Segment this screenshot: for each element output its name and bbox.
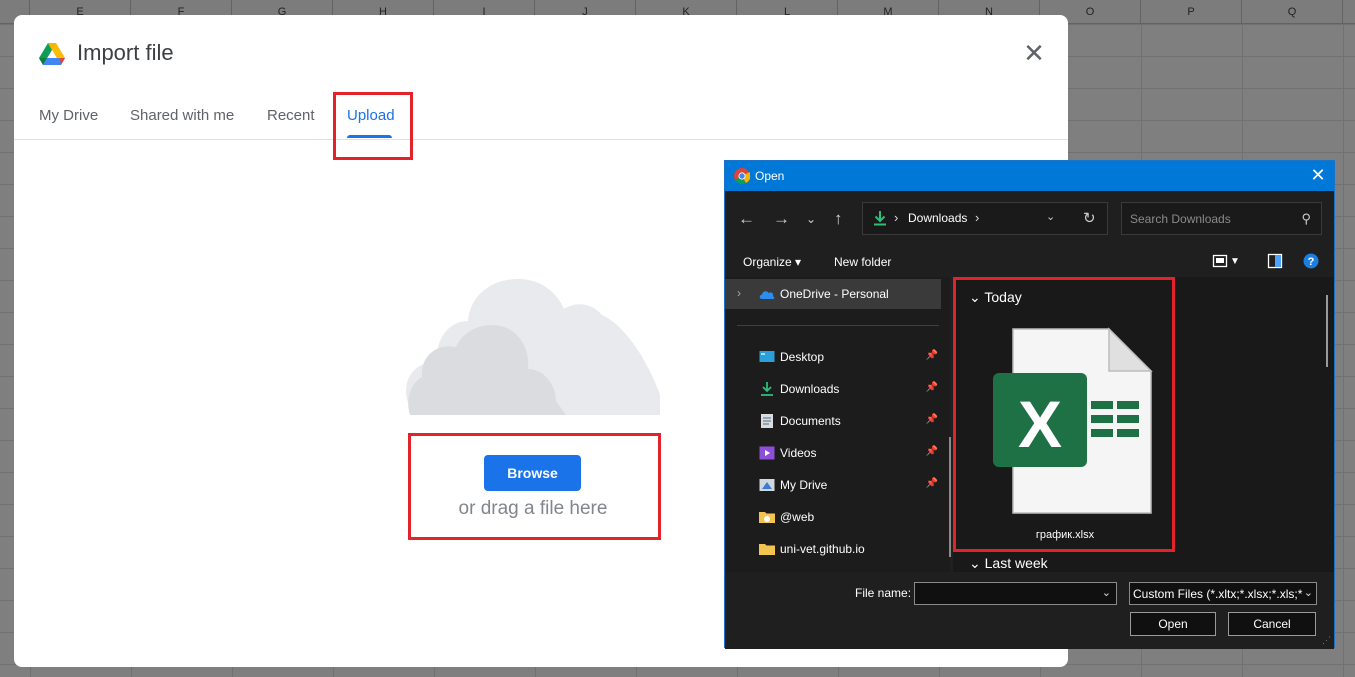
nav-label: Videos (780, 446, 817, 460)
downloads-icon (761, 382, 773, 396)
open-file-dialog: Open ✕ ← → ⌄ ↑ › Downloads › ⌄ ↻ Search … (724, 160, 1335, 649)
expand-chevron-icon[interactable]: › (737, 286, 741, 300)
address-bar[interactable]: › Downloads › ⌄ ↻ (862, 202, 1108, 235)
search-placeholder: Search Downloads (1130, 212, 1231, 226)
window-titlebar: Open ✕ (725, 161, 1334, 191)
help-icon[interactable]: ? (1303, 253, 1319, 269)
nav-item-documents[interactable]: Documents 📌 (725, 406, 941, 436)
nav-separator (737, 325, 939, 326)
dialog-title: Import file (77, 40, 174, 65)
new-folder-button[interactable]: New folder (834, 255, 891, 269)
close-icon[interactable]: ✕ (1022, 40, 1046, 66)
view-options-dropdown-icon[interactable]: ▼ (1230, 256, 1240, 267)
file-name-input[interactable]: ⌄ (914, 582, 1117, 605)
command-bar: Organize ▾ New folder ▼ ? (725, 247, 1334, 277)
navigation-pane: › OneDrive - Personal Desktop 📌 Download… (725, 277, 951, 572)
resize-grip-icon[interactable]: ⋰ (1322, 635, 1331, 646)
file-name-field-label: File name: (855, 586, 912, 600)
view-mode-icon[interactable] (1212, 253, 1228, 269)
cancel-button[interactable]: Cancel (1228, 612, 1316, 636)
tab-shared-with-me[interactable]: Shared with me (130, 107, 234, 124)
group-last-week[interactable]: ⌄ Last week (969, 555, 1048, 572)
drag-drop-hint: or drag a file here (458, 498, 608, 519)
nav-label: My Drive (780, 478, 828, 492)
up-arrow-icon[interactable]: ↑ (834, 209, 843, 229)
videos-icon (759, 446, 775, 460)
pin-icon: 📌 (925, 414, 938, 425)
tab-my-drive[interactable]: My Drive (39, 107, 98, 124)
organize-button[interactable]: Organize ▾ (743, 255, 801, 269)
file-type-select[interactable]: Custom Files (*.xltx;*.xlsx;*.xls;* ⌄ (1129, 582, 1317, 605)
dialog-header: Import file ✕ (14, 15, 1068, 95)
upload-tab-highlight (333, 92, 413, 160)
nav-label: @web (780, 510, 815, 524)
back-arrow-icon[interactable]: ← (738, 209, 755, 229)
nav-item-downloads[interactable]: Downloads 📌 (725, 374, 941, 404)
tab-bar: My Drive Shared with me Recent Upload (14, 95, 1068, 140)
onedrive-icon (759, 291, 775, 299)
nav-item-onedrive[interactable]: › OneDrive - Personal (725, 279, 941, 309)
browse-button[interactable]: Browse (484, 455, 581, 491)
organize-label: Organize (743, 255, 792, 269)
nav-scrollbar[interactable] (949, 437, 951, 557)
drive-icon (759, 479, 775, 491)
refresh-icon[interactable]: ↻ (1083, 209, 1096, 227)
breadcrumb-chevron-icon: › (975, 210, 980, 225)
nav-label: uni-vet.github.io (780, 542, 865, 556)
cloud-illustration (406, 279, 660, 415)
search-input[interactable]: Search Downloads ⚲ (1121, 202, 1322, 235)
nav-label: Desktop (780, 350, 825, 364)
folder-icon (759, 544, 775, 555)
recent-locations-icon[interactable]: ⌄ (806, 212, 816, 226)
address-dropdown-icon[interactable]: ⌄ (1046, 210, 1055, 223)
group-label: Last week (984, 555, 1048, 571)
forward-arrow-icon[interactable]: → (773, 209, 790, 229)
nav-item-web[interactable]: @web (725, 502, 941, 532)
pin-icon: 📌 (925, 478, 938, 489)
pin-icon: 📌 (925, 382, 938, 393)
file-type-value: Custom Files (*.xltx;*.xlsx;*.xls;* (1133, 587, 1303, 601)
nav-label: OneDrive - Personal (780, 287, 889, 301)
breadcrumb-chevron-icon: › (894, 210, 899, 225)
preview-pane-icon[interactable] (1267, 253, 1283, 269)
pin-icon: 📌 (925, 350, 938, 361)
close-icon[interactable]: ✕ (1308, 165, 1328, 185)
google-drive-icon (39, 43, 65, 65)
dialog-footer: File name: ⌄ Custom Files (*.xltx;*.xlsx… (725, 572, 1334, 649)
navigation-bar: ← → ⌄ ↑ › Downloads › ⌄ ↻ Search Downloa… (725, 191, 1334, 247)
breadcrumb-downloads[interactable]: Downloads (908, 211, 967, 225)
nav-item-videos[interactable]: Videos 📌 (725, 438, 941, 468)
files-scrollbar[interactable] (1326, 295, 1328, 367)
search-icon: ⚲ (1301, 211, 1311, 226)
window-title: Open (755, 169, 785, 183)
chrome-icon (734, 168, 750, 184)
nav-item-desktop[interactable]: Desktop 📌 (725, 342, 941, 372)
svg-text:?: ? (1308, 256, 1315, 268)
open-button[interactable]: Open (1130, 612, 1216, 636)
file-highlight (953, 277, 1175, 552)
nav-item-uni-vet[interactable]: uni-vet.github.io (725, 534, 941, 564)
nav-label: Documents (780, 414, 841, 428)
chevron-down-icon[interactable]: ⌄ (1303, 586, 1313, 599)
download-arrow-icon (874, 211, 886, 226)
nav-label: Downloads (780, 382, 840, 396)
desktop-icon (759, 351, 775, 362)
tab-recent[interactable]: Recent (267, 107, 315, 124)
folder-icon (759, 512, 775, 523)
documents-icon (761, 414, 773, 428)
chevron-down-icon[interactable]: ⌄ (1102, 586, 1111, 599)
nav-item-my-drive[interactable]: My Drive 📌 (725, 470, 941, 500)
pin-icon: 📌 (925, 446, 938, 457)
